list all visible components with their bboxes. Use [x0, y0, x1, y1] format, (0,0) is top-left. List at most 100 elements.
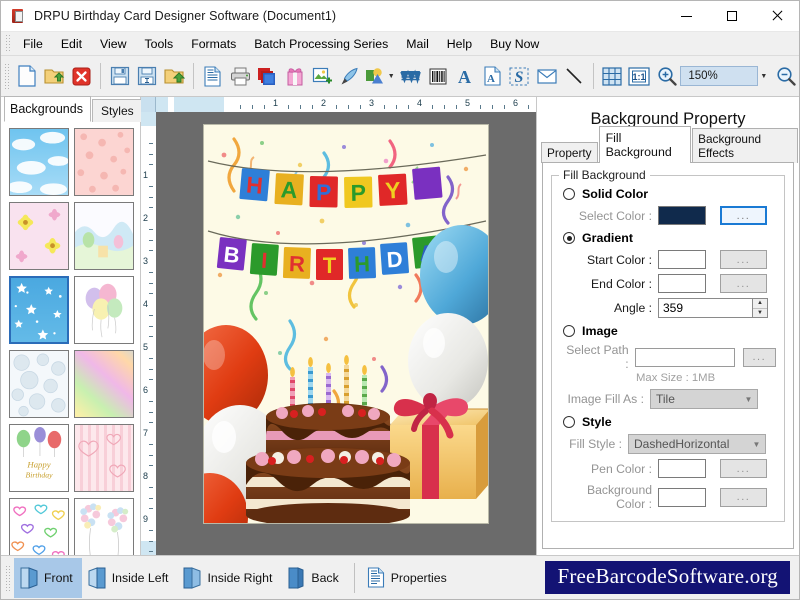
save-icon[interactable] — [107, 62, 132, 91]
thumbnail-pink-hearts-stripes-background[interactable] — [74, 424, 134, 492]
thumbnail-daisy-flowers-background[interactable] — [9, 202, 69, 270]
select-path-input[interactable] — [634, 347, 735, 367]
birthday-card-front[interactable]: H A P P Y B I R T H D — [203, 124, 489, 524]
angle-increment-icon[interactable]: ▲ — [753, 299, 767, 309]
maximize-button[interactable] — [709, 1, 754, 32]
angle-input[interactable] — [658, 298, 752, 318]
angle-decrement-icon[interactable]: ▼ — [753, 309, 767, 318]
toolbar-grip-handle[interactable] — [4, 63, 11, 89]
menu-item-help[interactable]: Help — [438, 34, 481, 54]
bottom-properties-button[interactable]: Properties — [361, 558, 456, 598]
background-color-swatch[interactable] — [658, 487, 706, 507]
text-frame-icon[interactable]: A — [479, 62, 504, 91]
solid-color-browse-button[interactable]: ... — [720, 206, 767, 225]
menu-grip-handle[interactable] — [4, 34, 12, 53]
thumbnail-colorful-hearts-background[interactable] — [9, 498, 69, 555]
menu-item-file[interactable]: File — [14, 34, 52, 54]
print-icon[interactable] — [227, 62, 252, 91]
pen-color-browse-button[interactable]: ... — [720, 459, 767, 478]
radio-gradient[interactable]: Gradient — [563, 231, 776, 245]
tab-backgrounds[interactable]: Backgrounds — [4, 96, 91, 122]
close-button[interactable] — [754, 1, 799, 32]
shapes-icon[interactable]: ▼ — [364, 62, 396, 91]
radio-solid-color[interactable]: Solid Color — [563, 187, 776, 201]
radio-image[interactable]: Image — [563, 324, 776, 338]
tab-background-effects[interactable]: Background Effects — [692, 128, 798, 163]
zoom-dropdown-caret-icon[interactable]: ▼ — [758, 66, 770, 86]
fill-style-select[interactable]: DashedHorizontal ▼ — [628, 434, 766, 454]
actual-size-icon[interactable]: 1:1 — [627, 62, 652, 91]
ruler-tick — [149, 153, 153, 155]
radio-style[interactable]: Style — [563, 415, 776, 429]
barcode-icon[interactable] — [425, 62, 450, 91]
thumbnail-balloon-bouquet-background[interactable] — [74, 498, 134, 555]
thumbnail-pink-floral-background[interactable] — [74, 128, 134, 196]
design-canvas[interactable]: H A P P Y B I R T H D — [156, 112, 536, 555]
watermark-icon[interactable] — [398, 62, 423, 91]
thumbnail-clouds-sky-background[interactable] — [9, 128, 69, 196]
background-color-browse-button[interactable]: ... — [720, 487, 767, 507]
maximize-icon — [726, 11, 737, 21]
signature-icon[interactable]: S — [507, 62, 532, 91]
start-color-swatch[interactable] — [658, 250, 706, 269]
close-document-icon[interactable] — [69, 62, 94, 91]
angle-stepper[interactable]: ▲ ▼ — [658, 298, 768, 318]
start-color-browse-button[interactable]: ... — [720, 250, 767, 269]
thumbnail-pastel-landscape-background[interactable] — [74, 202, 134, 270]
insert-image-icon[interactable] — [309, 62, 334, 91]
svg-text:H: H — [245, 171, 264, 198]
image-fill-as-select[interactable]: Tile ▼ — [650, 389, 758, 409]
bottom-tab-inside-left[interactable]: Inside Left — [82, 558, 178, 598]
open-folder-icon[interactable] — [42, 62, 67, 91]
end-color-browse-button[interactable]: ... — [720, 274, 767, 293]
angle-spinner-buttons[interactable]: ▲ ▼ — [752, 298, 768, 318]
menu-item-tools[interactable]: Tools — [135, 34, 182, 54]
row-angle: Angle : ▲ ▼ — [560, 298, 776, 318]
gift-icon[interactable] — [282, 62, 307, 91]
menu-item-buy-now[interactable]: Buy Now — [481, 34, 548, 54]
select-path-browse-button[interactable]: ... — [742, 347, 776, 367]
tab-property[interactable]: Property — [541, 142, 598, 163]
menu-item-edit[interactable]: Edit — [52, 34, 91, 54]
save-as-icon[interactable] — [135, 62, 160, 91]
zoom-level-select[interactable]: 150% — [680, 66, 758, 86]
menu-item-mail[interactable]: Mail — [397, 34, 438, 54]
zoom-in-icon[interactable] — [654, 62, 679, 91]
thumbnail-bubbles-background[interactable] — [9, 350, 69, 418]
solid-color-swatch[interactable] — [658, 206, 706, 225]
bottom-tab-inside-right[interactable]: Inside Right — [177, 558, 281, 598]
vertical-ruler[interactable]: 1 2 3 4 5 6 7 8 9 — [141, 112, 156, 555]
tab-styles[interactable]: Styles — [91, 99, 143, 122]
chevron-down-icon[interactable]: ▼ — [388, 73, 395, 80]
export-folder-icon[interactable] — [162, 62, 187, 91]
chevron-down-icon[interactable]: ▼ — [748, 440, 765, 449]
zoom-out-icon[interactable] — [773, 62, 798, 91]
envelope-icon[interactable] — [534, 62, 559, 91]
toolbar-separator — [592, 63, 594, 89]
menu-item-formats[interactable]: Formats — [182, 34, 245, 54]
thumbnail-blue-stars-background[interactable] — [9, 276, 69, 344]
pen-icon[interactable] — [337, 62, 362, 91]
thumbnail-balloons-background[interactable] — [74, 276, 134, 344]
new-document-icon[interactable] — [15, 62, 40, 91]
horizontal-ruler-strip[interactable]: 1234567 — [156, 97, 536, 112]
chevron-down-icon[interactable]: ▼ — [740, 395, 757, 404]
card-stack-icon[interactable] — [255, 62, 280, 91]
pen-color-swatch[interactable] — [658, 459, 706, 478]
bottom-tab-front[interactable]: Front — [14, 557, 82, 598]
minimize-button[interactable] — [664, 1, 709, 32]
text-icon[interactable]: A — [452, 62, 477, 91]
bottom-grip-handle[interactable] — [5, 564, 12, 591]
menu-item-view[interactable]: View — [91, 34, 135, 54]
page-setup-icon[interactable] — [200, 62, 225, 91]
bottom-tab-back[interactable]: Back — [281, 558, 347, 598]
end-color-swatch[interactable] — [658, 274, 706, 293]
fill-style-value: DashedHorizontal — [634, 437, 730, 451]
card-artwork: H A P P Y B I R T H D — [204, 125, 488, 523]
thumbnail-happy-birthday-balloons-background[interactable]: Happy Birthday — [9, 424, 69, 492]
line-icon[interactable] — [561, 62, 586, 91]
grid-icon[interactable] — [600, 62, 625, 91]
tab-fill-background[interactable]: Fill Background — [598, 126, 692, 163]
thumbnail-rainbow-gradient-background[interactable] — [74, 350, 134, 418]
menu-item-batch-processing-series[interactable]: Batch Processing Series — [245, 34, 397, 54]
